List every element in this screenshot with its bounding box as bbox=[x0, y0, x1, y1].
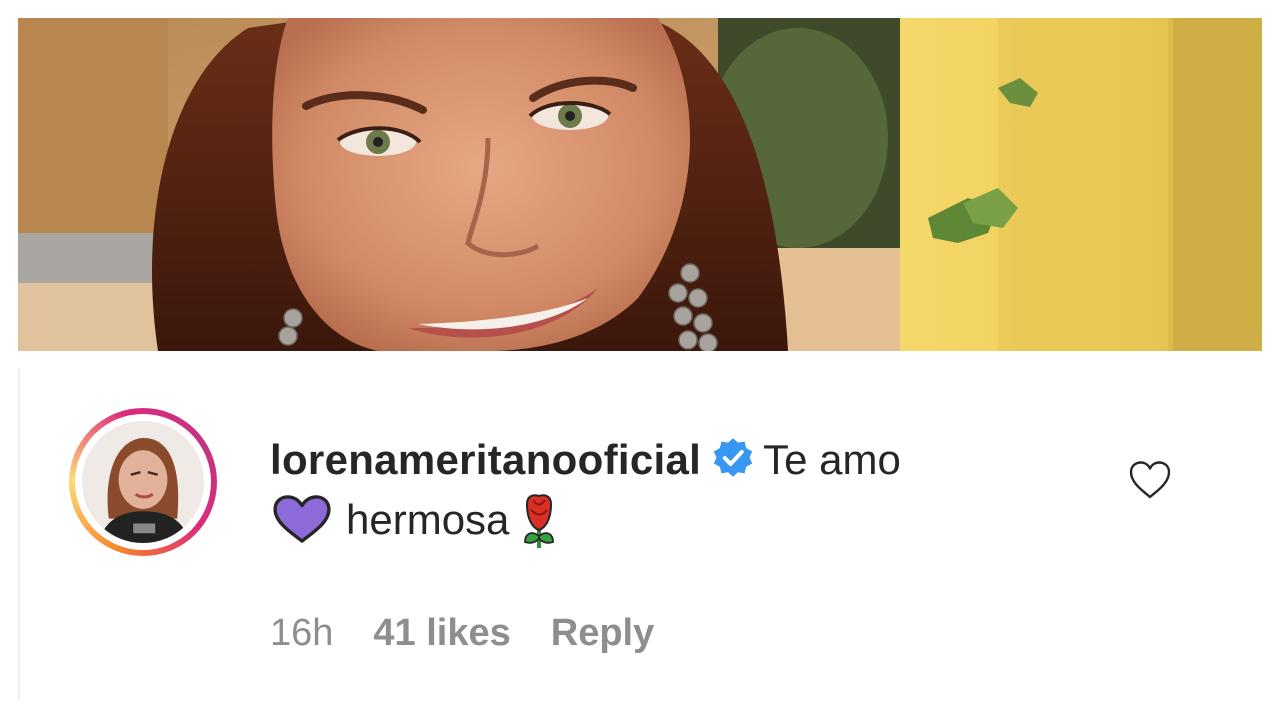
verified-badge-icon bbox=[713, 438, 753, 477]
comment-timestamp[interactable]: 16h bbox=[270, 612, 333, 655]
reply-button[interactable]: Reply bbox=[551, 612, 654, 655]
comment-text-part2: hermosa bbox=[346, 496, 510, 543]
comment-username[interactable]: lorenameritanooficial bbox=[270, 436, 701, 483]
rose-icon bbox=[524, 494, 555, 548]
like-button[interactable] bbox=[1128, 460, 1172, 500]
comment-content: lorenameritanooficial Te amo hermosa bbox=[270, 430, 1070, 550]
comment-screenshot: lorenameritanooficial Te amo hermosa 16h… bbox=[0, 0, 1280, 720]
post-photo bbox=[18, 18, 1262, 351]
comment-likes-count[interactable]: 41 likes bbox=[373, 612, 510, 655]
comment-item: lorenameritanooficial Te amo hermosa 16h… bbox=[18, 368, 1262, 700]
purple-heart-icon bbox=[273, 495, 331, 543]
comment-text-part1: Te amo bbox=[763, 436, 901, 483]
avatar[interactable] bbox=[82, 421, 204, 543]
story-ring[interactable] bbox=[69, 408, 217, 556]
heart-outline-icon bbox=[1129, 461, 1171, 499]
comment-meta: 16h 41 likes Reply bbox=[270, 612, 694, 655]
